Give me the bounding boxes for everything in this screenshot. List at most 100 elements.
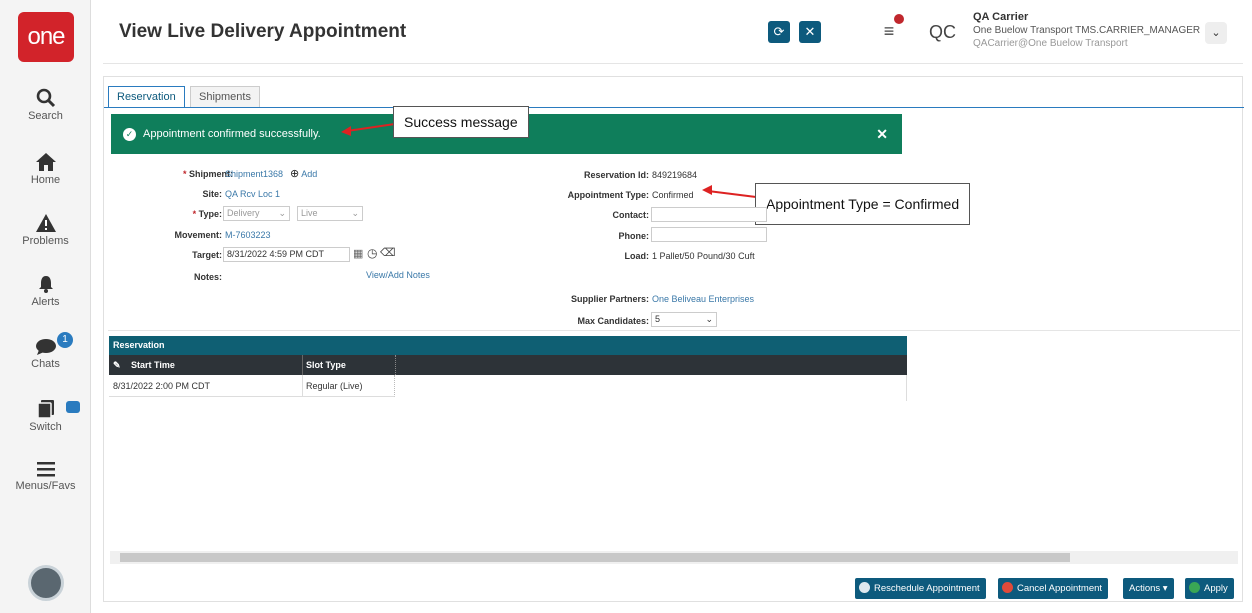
apply-button[interactable]: Apply [1185, 578, 1234, 599]
refresh-button[interactable]: ⟳ [768, 21, 790, 43]
sidebar-item-label: Problems [22, 235, 69, 247]
phone-input[interactable] [651, 227, 767, 242]
reservation-grid: Reservation ✎ Start Time Slot Type 8/31/… [109, 336, 907, 401]
reschedule-appointment-button[interactable]: Reschedule Appointment [855, 578, 986, 599]
shipment-label: * Shipment: [182, 169, 233, 179]
sidebar: one Search Home Problems Alerts 1 Chats … [0, 0, 91, 613]
notes-label: Notes: [193, 272, 222, 282]
column-header-slot-type[interactable]: Slot Type [306, 355, 346, 375]
grid-title: Reservation [109, 336, 907, 355]
chats-badge: 1 [57, 332, 73, 348]
sidebar-item-chats[interactable]: 1 Chats [0, 332, 91, 370]
cancel-icon [1002, 582, 1013, 593]
contact-label: Contact: [612, 210, 650, 220]
appointment-type-label: Appointment Type: [567, 190, 649, 200]
clock-icon[interactable]: ◷ [367, 246, 377, 260]
switch-badge-icon [66, 401, 80, 413]
actions-dropdown-button[interactable]: Actions ▾ [1123, 578, 1174, 599]
cell-start-time: 8/31/2022 2:00 PM CDT [113, 381, 211, 391]
add-shipment-button[interactable]: ⊕ Add [290, 167, 317, 180]
type-select[interactable]: Delivery ⌄ [223, 206, 290, 221]
plus-circle-icon: ⊕ [290, 168, 300, 180]
sidebar-item-label: Home [30, 174, 61, 186]
target-label: Target: [192, 250, 222, 260]
sidebar-item-alerts[interactable]: Alerts [0, 274, 91, 308]
home-icon [35, 153, 56, 171]
refresh-icon: ⟳ [773, 24, 785, 39]
user-email: QACarrier@One Buelow Transport [973, 38, 1128, 49]
load-label: Load: [624, 251, 650, 261]
menu-icon [36, 462, 55, 477]
max-candidates-select[interactable]: 5 ⌄ [651, 312, 717, 327]
movement-label: Movement: [174, 230, 222, 240]
sidebar-item-problems[interactable]: Problems [0, 213, 91, 247]
user-avatar[interactable] [28, 565, 64, 601]
site-link[interactable]: QA Rcv Loc 1 [225, 189, 280, 199]
supplier-partners-link[interactable]: One Beliveau Enterprises [652, 294, 754, 304]
site-label: Site: [202, 189, 222, 199]
load-value: 1 Pallet/50 Pound/30 Cuft [652, 251, 755, 261]
user-initials: QC [929, 22, 956, 42]
movement-link[interactable]: M-7603223 [225, 230, 271, 240]
notifications-menu-button[interactable]: ≡ [878, 12, 906, 42]
list-icon: ≡ [883, 21, 895, 41]
appointment-type-value: Confirmed [652, 190, 694, 200]
sidebar-item-label: Alerts [31, 296, 60, 308]
sidebar-item-search[interactable]: Search [0, 88, 91, 122]
table-row[interactable]: 8/31/2022 2:00 PM CDT Regular (Live) [109, 375, 395, 397]
sidebar-item-menus[interactable]: Menus/Favs [0, 460, 91, 492]
footer-actions: Reschedule Appointment Cancel Appointmen… [855, 578, 1235, 599]
phone-label: Phone: [618, 231, 650, 241]
sidebar-item-label: Switch [29, 421, 62, 433]
check-icon [1189, 582, 1200, 593]
column-header-start-time[interactable]: Start Time [131, 355, 175, 375]
contact-input[interactable] [651, 207, 767, 222]
grid-header-row: ✎ Start Time Slot Type [109, 355, 907, 375]
chat-icon [35, 339, 56, 355]
caret-down-icon: ▾ [1162, 583, 1168, 594]
shipment-link[interactable]: Shipment1368 [225, 169, 283, 179]
app-logo[interactable]: one [18, 12, 74, 62]
sidebar-item-label: Chats [31, 358, 60, 370]
view-add-notes-link[interactable]: View/Add Notes [366, 270, 430, 280]
search-icon [36, 88, 55, 108]
chevron-down-icon: ⌄ [278, 208, 286, 218]
page-title: View Live Delivery Appointment [119, 21, 407, 42]
scrollbar-thumb[interactable] [120, 553, 1070, 562]
grid-right-border [906, 375, 907, 401]
edit-icon[interactable]: ✎ [113, 355, 121, 375]
reservation-id-label: Reservation Id: [583, 170, 649, 180]
sidebar-item-label: Menus/Favs [15, 480, 76, 492]
form-divider [108, 330, 1240, 331]
cell-slot-type: Regular (Live) [306, 381, 363, 391]
bell-icon [38, 276, 53, 293]
user-role: One Buelow Transport TMS.CARRIER_MANAGER [973, 25, 1201, 36]
reservation-id-value: 849219684 [652, 170, 698, 180]
target-input[interactable]: 8/31/2022 4:59 PM CDT [223, 247, 350, 262]
user-info: QA Carrier One Buelow Transport TMS.CARR… [973, 11, 1200, 50]
sidebar-item-switch[interactable]: Switch [0, 399, 91, 433]
close-icon: ✕ [804, 24, 816, 39]
chevron-down-icon: ⌄ [705, 314, 713, 324]
calendar-icon[interactable]: ▦ [353, 247, 363, 260]
switch-icon [36, 400, 54, 419]
user-name: QA Carrier [973, 11, 1029, 23]
chevron-down-icon: ⌄ [351, 208, 359, 218]
supplier-partners-label: Supplier Partners: [570, 294, 649, 304]
notification-badge-icon [892, 12, 906, 26]
sidebar-item-label: Search [28, 110, 63, 122]
page-header: View Live Delivery Appointment ⟳ ✕ ≡ QC … [103, 0, 1243, 64]
cancel-appointment-button[interactable]: Cancel Appointment [998, 578, 1109, 599]
type-mode-select[interactable]: Live ⌄ [297, 206, 363, 221]
max-candidates-label: Max Candidates: [577, 316, 649, 326]
user-menu-dropdown[interactable]: ⌄ [1205, 22, 1227, 44]
clear-icon[interactable]: ⌫ [380, 246, 396, 259]
close-button[interactable]: ✕ [799, 21, 821, 43]
horizontal-scrollbar[interactable] [110, 551, 1238, 564]
chevron-down-icon: ⌄ [1211, 27, 1221, 39]
warning-icon [35, 214, 56, 232]
sidebar-item-home[interactable]: Home [0, 152, 91, 186]
reservation-form: * Shipment: Shipment1368 ⊕ Add Site: QA … [104, 77, 1244, 337]
type-label: * Type: [192, 209, 222, 219]
main-content: Reservation Shipments ✓ Appointment conf… [103, 76, 1244, 602]
